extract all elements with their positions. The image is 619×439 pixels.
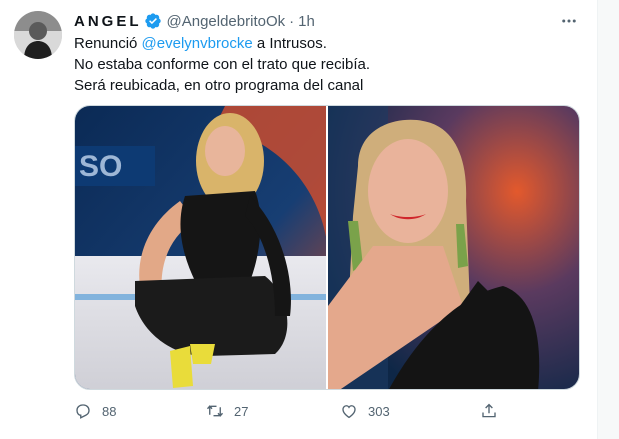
avatar[interactable] — [14, 11, 62, 59]
like-count: 303 — [368, 403, 390, 419]
media-grid: SO — [74, 105, 580, 390]
tweet-line-1-prefix: Renunció — [74, 35, 142, 52]
avatar-image — [14, 11, 62, 59]
like-button[interactable]: 303 — [340, 402, 390, 420]
tweet-line-1-suffix: a Intrusos. — [252, 35, 327, 52]
reply-count: 88 — [102, 403, 117, 419]
verified-badge-icon — [144, 13, 161, 29]
more-icon[interactable] — [558, 10, 580, 32]
tweet-actions: 88 27 303 — [74, 402, 504, 422]
share-button[interactable] — [480, 402, 498, 420]
share-icon — [482, 403, 496, 418]
svg-text:SO: SO — [79, 150, 122, 183]
user-handle[interactable]: @AngeldebritoOk — [167, 13, 286, 30]
separator-dot: · — [289, 12, 295, 30]
tweet-line-1: Renunció @evelynvbrocke a Intrusos. — [74, 33, 579, 54]
retweet-icon — [206, 405, 224, 417]
right-gutter — [598, 0, 619, 439]
retweet-button[interactable]: 27 — [206, 402, 248, 420]
tweet-header: ANGEL @AngeldebritoOk · 1h — [74, 11, 315, 31]
mention-link[interactable]: @evelynvbrocke — [142, 35, 253, 52]
timestamp[interactable]: 1h — [298, 13, 315, 30]
tweet-line-3: Será reubicada, en otro programa del can… — [74, 77, 364, 94]
tweet-card[interactable]: ANGEL @AngeldebritoOk · 1h Renunció @eve… — [0, 0, 598, 439]
tweet-photo-1[interactable]: SO — [75, 106, 326, 389]
display-name[interactable]: ANGEL — [74, 13, 142, 30]
reply-button[interactable]: 88 — [74, 402, 116, 420]
tweet-photo-2[interactable] — [328, 106, 579, 389]
tweet-text: Renunció @evelynvbrocke a Intrusos. No e… — [74, 33, 579, 96]
like-icon — [342, 405, 356, 419]
retweet-count: 27 — [234, 403, 249, 419]
tweet-line-2: No estaba conforme con el trato que reci… — [74, 56, 371, 73]
reply-icon — [76, 404, 90, 419]
